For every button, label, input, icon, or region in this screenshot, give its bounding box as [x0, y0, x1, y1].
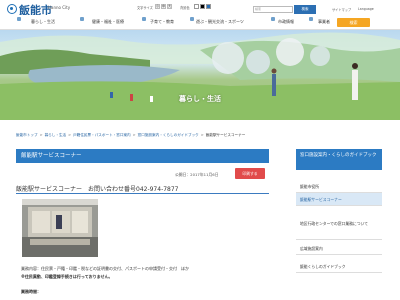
body-note: ※住民異動、印鑑登録手続きは行っておりません。 [21, 274, 113, 279]
nav-child-icon [142, 17, 146, 21]
nav-life-icon [17, 17, 21, 21]
sidebar-item-guidebook[interactable]: 飯能くらしのガイドブック [296, 260, 382, 273]
breadcrumb-item[interactable]: 窓口施設案内・くらしのガイドブック [138, 133, 199, 137]
body-text: 業務内容：住民票・戸籍・印鑑・税などの証明書の交付、パスポートの申請受付・交付 … [21, 266, 189, 271]
sitemap-link[interactable]: サイトマップ [332, 7, 351, 12]
nav-business-icon [309, 17, 313, 21]
city-name-en: Hanno City [48, 5, 71, 10]
service-corner-photo [22, 199, 98, 257]
nav-item-life[interactable]: 暮らし・生活 [31, 15, 55, 29]
sidebar-item-regional-facilities[interactable]: 広域施設案内 [296, 242, 382, 255]
fontsize-large-button[interactable]: 大 [167, 4, 172, 9]
nav-item-city[interactable]: 市政情報 [278, 15, 294, 29]
sidebar-item-district-center[interactable]: 地区行政センターでの窓口業務について [296, 216, 382, 240]
body-hours-label: 業務時間： [21, 289, 41, 294]
color-white-button[interactable] [194, 4, 199, 9]
global-nav: 暮らし・生活 健康・福祉・医療 子育て・教育 遊ぶ・観光交流・スポーツ 市政情報… [0, 15, 400, 30]
nav-item-child[interactable]: 子育て・教育 [150, 15, 174, 29]
hero-illustration [0, 32, 400, 120]
fontsize-label: 文字サイズ [137, 6, 153, 10]
update-date: 公開日：2017年11月6日 [175, 172, 219, 177]
service-corner-photo-drawing [22, 199, 98, 257]
sidebar-item-city-hall[interactable]: 飯能市役所 [296, 180, 382, 193]
language-link[interactable]: Language [358, 7, 374, 11]
content-heading: 飯能駅サービスコーナー お問い合わせ番号042-974-7877 [16, 186, 179, 193]
hero-image [0, 30, 400, 120]
color-label: 背景色 [180, 6, 190, 10]
nav-item-business[interactable]: 事業者 [318, 15, 330, 29]
print-button[interactable]: 印刷する [235, 168, 265, 179]
search-input[interactable]: 検索 [253, 6, 293, 13]
nav-item-health[interactable]: 健康・福祉・医療 [92, 15, 124, 29]
city-logo-icon[interactable] [7, 4, 17, 14]
breadcrumb-current: 飯能駅サービスコーナー [205, 133, 246, 137]
fontsize-mid-button[interactable]: 中 [161, 4, 166, 9]
nav-tourism-icon [190, 17, 194, 21]
nav-health-icon [80, 17, 84, 21]
hero-title: 暮らし・生活 [179, 95, 221, 103]
nav-city-icon [271, 17, 275, 21]
breadcrumb-item[interactable]: 飯能市トップ [16, 133, 38, 137]
breadcrumb-item[interactable]: 戸籍住民票・パスポート・窓口案内 [73, 133, 131, 137]
fontsize-small-button[interactable]: 小 [155, 4, 160, 9]
nav-item-tourism[interactable]: 遊ぶ・観光交流・スポーツ [196, 15, 244, 29]
sidebar-item-station-corner[interactable]: 飯能駅サービスコーナー [296, 193, 382, 206]
breadcrumb: 飯能市トップ > 暮らし・生活 > 戸籍住民票・パスポート・窓口案内 > 窓口施設案内・くら… [16, 133, 246, 137]
breadcrumb-item[interactable]: 暮らし・生活 [45, 133, 67, 137]
nav-search-button[interactable]: 検索 [337, 18, 370, 27]
color-black-button[interactable] [200, 4, 205, 9]
page-title: 飯能駅サービスコーナー [21, 153, 82, 159]
color-blue-button[interactable] [206, 4, 211, 9]
sidebar-title[interactable]: 窓口施設案内・くらしのガイドブック [300, 152, 380, 159]
heading-divider [16, 193, 269, 194]
search-button[interactable]: 検索 [294, 5, 316, 14]
